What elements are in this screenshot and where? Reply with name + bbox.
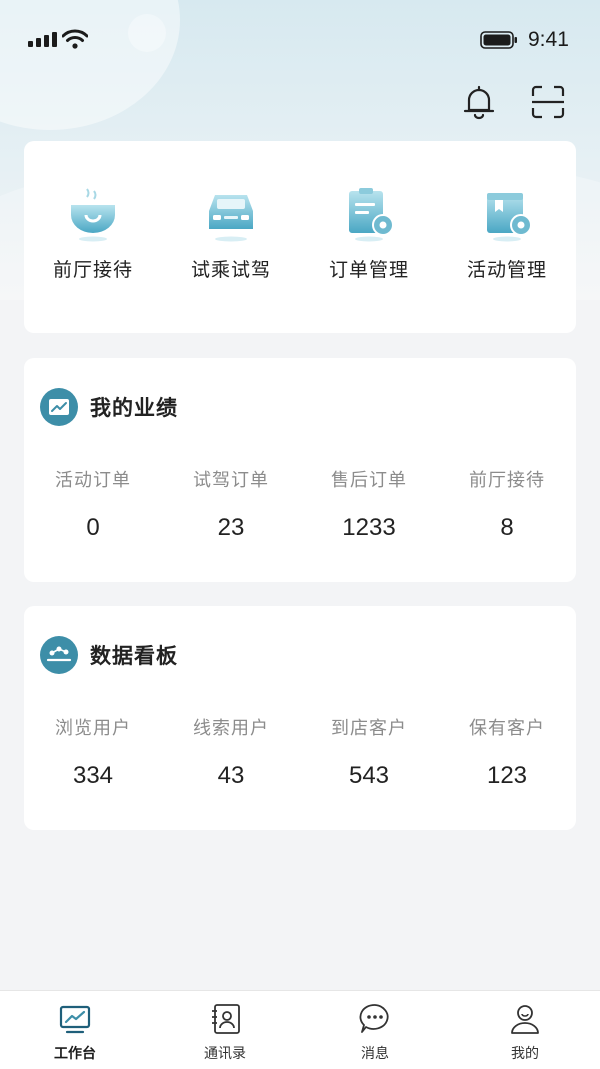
action-label: 订单管理: [328, 259, 409, 281]
stat-label: 活动订单: [55, 470, 131, 491]
quick-actions-card: 前厅接待 试乘试驾 订单管理 活动管理: [24, 141, 576, 333]
stat-label: 线索用户: [193, 718, 269, 739]
stat-test-drive-orders[interactable]: 试驾订单 23: [162, 466, 300, 542]
workbench-icon: [59, 1005, 91, 1034]
performance-card: 我的业绩 活动订单 0 试驾订单 23 售后订单 1233 前厅接待 8: [24, 358, 576, 582]
stat-value: 43: [217, 762, 245, 789]
card-title: 我的业绩: [90, 396, 178, 420]
status-bar: 9:41: [0, 0, 600, 80]
stat-value: 1233: [342, 514, 396, 541]
bottom-tab-bar: 工作台 通讯录 消息 我的: [0, 990, 600, 1069]
stat-label: 售后订单: [331, 470, 407, 491]
stat-label: 到店客户: [331, 718, 407, 739]
stat-value: 543: [348, 762, 390, 789]
tab-label: 工作台: [54, 1046, 96, 1062]
stat-label: 浏览用户: [55, 718, 131, 739]
tab-label: 消息: [361, 1046, 389, 1062]
stat-reception[interactable]: 前厅接待 8: [438, 466, 576, 542]
card-title: 数据看板: [90, 644, 178, 668]
contacts-icon: [212, 1004, 240, 1034]
action-reception[interactable]: 前厅接待: [24, 141, 162, 333]
stat-label: 试驾订单: [193, 470, 269, 491]
stat-activity-orders[interactable]: 活动订单 0: [24, 466, 162, 542]
stat-label: 保有客户: [469, 718, 545, 739]
stat-store-visitors[interactable]: 到店客户 543: [300, 714, 438, 790]
reception-bowl-icon: [71, 188, 115, 242]
tab-label: 我的: [511, 1046, 539, 1062]
tab-workbench[interactable]: 工作台: [0, 991, 150, 1069]
stat-value: 8: [500, 514, 514, 541]
order-settings-icon: [349, 188, 394, 242]
message-icon: [359, 1004, 389, 1033]
tab-label: 通讯录: [204, 1046, 246, 1062]
wifi-icon: [62, 29, 88, 49]
stat-lead-users[interactable]: 线索用户 43: [162, 714, 300, 790]
scan-icon[interactable]: [530, 84, 566, 120]
action-test-drive[interactable]: 试乘试驾: [162, 141, 300, 333]
stat-value: 123: [486, 762, 528, 789]
tab-messages[interactable]: 消息: [300, 991, 450, 1069]
action-label: 前厅接待: [52, 259, 133, 281]
activity-settings-icon: [487, 193, 532, 242]
battery-icon: [480, 31, 517, 49]
profile-icon: [511, 1005, 539, 1034]
data-board-icon: [40, 636, 78, 674]
car-icon: [209, 195, 253, 242]
status-time: 9:41: [528, 28, 569, 51]
tab-profile[interactable]: 我的: [450, 991, 600, 1069]
trend-chart-icon: [40, 388, 78, 426]
stat-aftersales-orders[interactable]: 售后订单 1233: [300, 466, 438, 542]
stat-label: 前厅接待: [469, 470, 545, 491]
stat-browsing-users[interactable]: 浏览用户 334: [24, 714, 162, 790]
action-label: 活动管理: [466, 259, 547, 281]
stat-value: 23: [217, 514, 245, 541]
action-activity-management[interactable]: 活动管理: [438, 141, 576, 333]
action-label: 试乘试驾: [190, 259, 271, 281]
stat-retained-customers[interactable]: 保有客户 123: [438, 714, 576, 790]
dashboard-card: 数据看板 浏览用户 334 线索用户 43 到店客户 543 保有客户 123: [24, 606, 576, 830]
action-order-management[interactable]: 订单管理: [300, 141, 438, 333]
cellular-signal-icon: [28, 32, 57, 47]
stat-value: 334: [72, 762, 114, 789]
notification-bell-icon[interactable]: [462, 84, 496, 120]
tab-contacts[interactable]: 通讯录: [150, 991, 300, 1069]
stat-value: 0: [86, 514, 100, 541]
